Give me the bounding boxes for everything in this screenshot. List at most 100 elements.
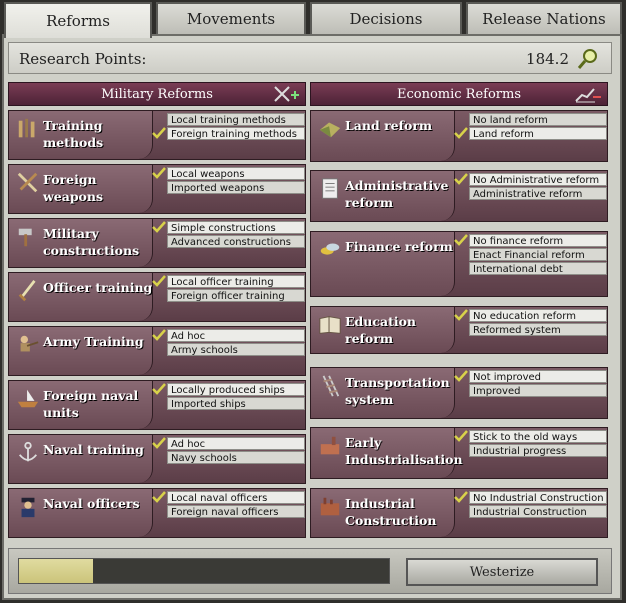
checkmark-icon bbox=[454, 127, 468, 139]
checkmark-icon bbox=[152, 167, 166, 179]
book-icon bbox=[319, 316, 341, 334]
weapons-icon bbox=[17, 172, 38, 193]
research-points-value: 184.2 bbox=[526, 50, 569, 68]
tab-release-nations[interactable]: Release Nations bbox=[466, 2, 622, 34]
hammer-icon bbox=[18, 228, 32, 247]
reform-name: Land reform bbox=[345, 118, 433, 133]
economic-reforms-title: Economic Reforms bbox=[396, 86, 522, 102]
reform-option[interactable]: No land reform bbox=[469, 113, 607, 126]
reform-option[interactable]: Locally produced ships bbox=[167, 383, 305, 396]
economic-reform-card: Industrial Construction No Industrial Con… bbox=[310, 488, 608, 538]
reform-option[interactable]: Ad hoc bbox=[167, 437, 305, 450]
checkmark-icon bbox=[454, 370, 468, 382]
reform-option[interactable]: Imported ships bbox=[167, 397, 305, 410]
westernize-progress-fill bbox=[19, 559, 93, 583]
reform-name: Early Industrialisation bbox=[345, 435, 463, 467]
document-icon bbox=[322, 178, 338, 199]
reform-options: No Industrial Construction Industrial Con… bbox=[469, 491, 607, 519]
reform-options: No finance reform Enact Financial reform I… bbox=[469, 234, 607, 276]
military-reform-card: Officer training Local officer training Fo… bbox=[8, 272, 306, 322]
checkmark-icon bbox=[152, 437, 166, 449]
reform-option[interactable]: No Administrative reform bbox=[469, 173, 607, 186]
coins-icon bbox=[320, 243, 340, 255]
reform-option[interactable]: Army schools bbox=[167, 343, 305, 356]
reform-option[interactable]: Local weapons bbox=[167, 167, 305, 180]
reform-option[interactable]: No education reform bbox=[469, 309, 607, 322]
swords-plus-icon bbox=[274, 86, 299, 102]
checkmark-icon bbox=[454, 173, 468, 185]
reform-option[interactable]: Navy schools bbox=[167, 451, 305, 464]
reform-name: Naval officers bbox=[43, 496, 140, 511]
sword-icon bbox=[18, 279, 36, 302]
soldier-icon bbox=[20, 335, 39, 352]
research-points-label: Research Points: bbox=[19, 50, 147, 68]
reform-option[interactable]: Stick to the old ways bbox=[469, 430, 607, 443]
reform-options: Ad hoc Army schools bbox=[167, 329, 305, 357]
factory-icon bbox=[320, 436, 340, 455]
military-reforms-header: Military Reforms bbox=[8, 82, 306, 106]
anchor-icon bbox=[18, 441, 38, 462]
checkmark-icon bbox=[454, 430, 468, 442]
tab-movements[interactable]: Movements bbox=[156, 2, 306, 34]
economic-reform-card: Land reform No land reform Land reform bbox=[310, 110, 608, 162]
military-reform-card: Naval officers Local naval officers Foreig… bbox=[8, 488, 306, 538]
land-icon bbox=[319, 122, 341, 138]
reform-options: No education reform Reformed system bbox=[469, 309, 607, 337]
reform-option[interactable]: Land reform bbox=[469, 127, 607, 140]
reform-option[interactable]: Industrial progress bbox=[469, 444, 607, 457]
reform-option[interactable]: Improved bbox=[469, 384, 607, 397]
reform-option[interactable]: Imported weapons bbox=[167, 181, 305, 194]
reform-option[interactable]: Local officer training bbox=[167, 275, 305, 288]
reform-option[interactable]: Ad hoc bbox=[167, 329, 305, 342]
checkmark-icon bbox=[454, 309, 468, 321]
economic-reform-card: Administrative reform No Administrative r… bbox=[310, 170, 608, 222]
westernize-progress bbox=[18, 558, 390, 584]
reform-name: Officer training bbox=[43, 280, 153, 295]
economic-reform-card: Finance reform No finance reform Enact Fin… bbox=[310, 231, 608, 297]
reform-option[interactable]: No finance reform bbox=[469, 234, 607, 247]
reform-name: Finance reform bbox=[345, 239, 453, 254]
economic-reforms-header: Economic Reforms bbox=[310, 82, 608, 106]
westernize-button[interactable]: Westerize bbox=[406, 558, 598, 586]
reform-option[interactable]: Enact Financial reform bbox=[469, 248, 607, 261]
reform-option[interactable]: Advanced constructions bbox=[167, 235, 305, 248]
reform-option[interactable]: Not improved bbox=[469, 370, 607, 383]
reform-option[interactable]: Local naval officers bbox=[167, 491, 305, 504]
naval-officer-icon bbox=[21, 497, 35, 518]
reform-option[interactable]: Foreign officer training bbox=[167, 289, 305, 302]
reform-option[interactable]: No Industrial Construction bbox=[469, 491, 607, 504]
reform-options: No Administrative reform Administrative r… bbox=[469, 173, 607, 201]
military-reform-card: Naval training Ad hoc Navy schools bbox=[8, 434, 306, 484]
reform-options: Stick to the old ways Industrial progress bbox=[469, 430, 607, 458]
reform-option[interactable]: Local training methods bbox=[167, 113, 305, 126]
reform-option[interactable]: Industrial Construction bbox=[469, 505, 607, 518]
checkmark-icon bbox=[152, 383, 166, 395]
training-icon bbox=[18, 118, 35, 138]
military-reforms-title: Military Reforms bbox=[101, 86, 213, 102]
reform-option[interactable]: Administrative reform bbox=[469, 187, 607, 200]
economic-reform-card: Education reform No education reform Refor… bbox=[310, 306, 608, 354]
checkmark-icon bbox=[454, 491, 468, 503]
chart-plus-icon bbox=[575, 88, 601, 103]
reform-name: Army Training bbox=[43, 334, 144, 349]
checkmark-icon bbox=[152, 275, 166, 287]
reform-options: Local training methods Foreign training m… bbox=[167, 113, 305, 141]
checkmark-icon bbox=[152, 127, 166, 139]
economic-reform-card: Transportation system Not improved Improve… bbox=[310, 367, 608, 419]
magnifier-icon[interactable] bbox=[577, 48, 599, 70]
reform-name: Industrial Construction bbox=[345, 496, 437, 528]
military-reform-card: Training methods Local training methods Fo… bbox=[8, 110, 306, 160]
checkmark-icon bbox=[152, 221, 166, 233]
economic-reform-card: Early Industrialisation Stick to the old … bbox=[310, 427, 608, 479]
reform-option[interactable]: Reformed system bbox=[469, 323, 607, 336]
ship-icon bbox=[17, 389, 39, 408]
research-points-bar: Research Points: 184.2 bbox=[8, 42, 612, 74]
reform-name: Transportation system bbox=[345, 375, 450, 407]
reform-option[interactable]: International debt bbox=[469, 262, 607, 275]
reform-option[interactable]: Simple constructions bbox=[167, 221, 305, 234]
tab-decisions[interactable]: Decisions bbox=[310, 2, 462, 34]
reform-option[interactable]: Foreign naval officers bbox=[167, 505, 305, 518]
reform-option[interactable]: Foreign training methods bbox=[167, 127, 305, 140]
tab-reforms[interactable]: Reforms bbox=[4, 2, 152, 38]
reform-name: Education reform bbox=[345, 314, 417, 346]
